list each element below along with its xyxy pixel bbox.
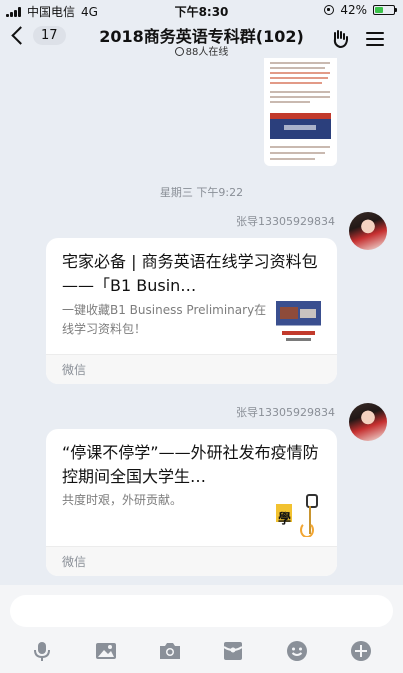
- card-title: “停课不停学”——外研社发布疫情防控期间全国大学生…: [62, 443, 319, 486]
- card-title: 宅家必备 | 商务英语在线学习资料包 ——「B1 Busin…: [62, 252, 318, 295]
- image-text-line: [270, 96, 330, 98]
- rotation-lock-icon: [324, 5, 335, 15]
- image-text-line: [270, 101, 310, 103]
- card-footer: 微信: [46, 546, 337, 576]
- image-text-line: [270, 146, 330, 148]
- image-text-line: [270, 77, 328, 79]
- red-packet-icon[interactable]: [221, 639, 245, 663]
- card-source: 微信: [62, 555, 87, 569]
- online-count-text: 88人在线: [185, 47, 229, 58]
- hand-gesture-icon[interactable]: [331, 29, 351, 49]
- message-composer: [0, 585, 403, 673]
- image-text-line: [270, 91, 330, 93]
- shared-article-card[interactable]: “停课不停学”——外研社发布疫情防控期间全国大学生… 共度时艰，外研贡献。 學 …: [46, 429, 337, 576]
- card-thumbnail: 學: [276, 492, 321, 537]
- online-icon: [174, 47, 184, 56]
- plus-icon[interactable]: [349, 639, 373, 663]
- battery-fill: [375, 7, 383, 13]
- avatar[interactable]: [349, 403, 387, 441]
- status-right: 42%: [324, 3, 397, 17]
- camera-icon[interactable]: [158, 639, 182, 663]
- image-text-line: [270, 62, 330, 64]
- image-text-line: [270, 67, 325, 69]
- input-toolbar: [0, 639, 403, 665]
- image-text-line: [270, 158, 315, 160]
- shared-article-card[interactable]: 宅家必备 | 商务英语在线学习资料包 ——「B1 Busin… 一键收藏B1 B…: [46, 238, 337, 384]
- image-text-line: [270, 72, 330, 74]
- image-message[interactable]: [264, 58, 337, 166]
- menu-icon[interactable]: [366, 32, 384, 46]
- card-thumbnail: [276, 301, 321, 346]
- card-source: 微信: [62, 363, 87, 377]
- battery-icon: [373, 5, 397, 15]
- microphone-icon[interactable]: [30, 639, 54, 663]
- sender-name: 张导13305929834: [236, 406, 335, 419]
- image-icon[interactable]: [94, 639, 118, 663]
- status-bar: 中国电信 4G 下午8:30 42%: [0, 0, 403, 20]
- chat-timestamp: 星期三 下午9:22: [159, 186, 244, 199]
- card-description: 一键收藏B1 Business Preliminary在线学习资料包！: [62, 303, 267, 336]
- message-input[interactable]: [10, 595, 393, 627]
- avatar[interactable]: [349, 212, 387, 250]
- chat-header: 17 2018商务英语专科群(102) 88人在线: [0, 20, 403, 60]
- image-text-line: [270, 152, 325, 154]
- battery-percent: 42%: [340, 3, 367, 17]
- card-footer: 微信: [46, 354, 337, 384]
- image-banner: [270, 113, 331, 139]
- image-text-line: [270, 82, 322, 84]
- emoji-icon[interactable]: [285, 639, 309, 663]
- sender-name: 张导13305929834: [236, 215, 335, 228]
- card-description: 共度时艰，外研贡献。: [62, 493, 183, 507]
